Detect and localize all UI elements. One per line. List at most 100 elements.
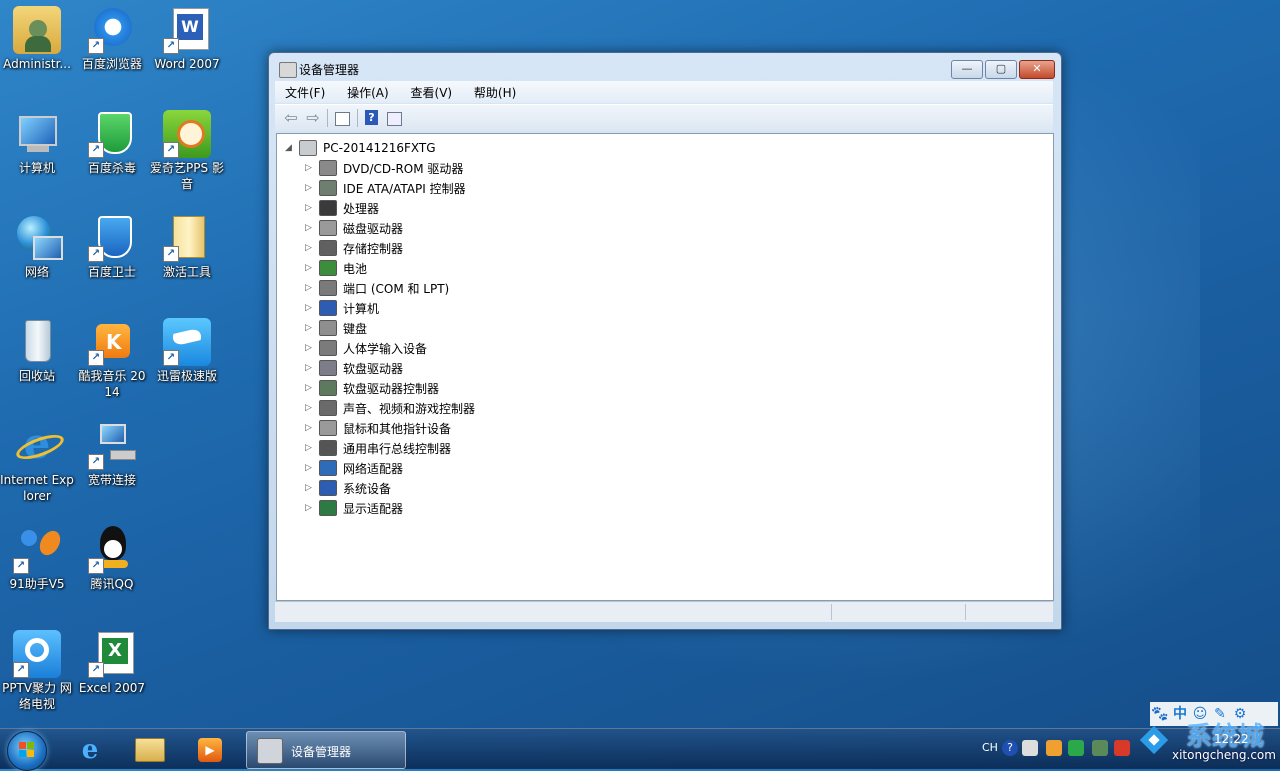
- tree-item[interactable]: ▷ 键盘: [305, 318, 367, 338]
- expand-triangle-icon[interactable]: ▷: [305, 483, 315, 493]
- tree-item[interactable]: ▷ 软盘驱动器控制器: [305, 378, 439, 398]
- back-arrow-icon[interactable]: ⇦: [283, 110, 299, 126]
- language-indicator[interactable]: CH: [982, 741, 998, 754]
- device-manager-window[interactable]: 设备管理器 — ▢ ✕ 文件(F) 操作(A) 查看(V) 帮助(H) ⇦ ⇨ …: [268, 52, 1062, 630]
- expand-triangle-icon[interactable]: ▷: [305, 303, 315, 313]
- window-title: 设备管理器: [299, 63, 360, 77]
- properties-icon[interactable]: [387, 112, 402, 126]
- expand-triangle-icon[interactable]: ▷: [305, 283, 315, 293]
- desktop-icon-activation-tool[interactable]: ↗ 激活工具: [150, 214, 224, 280]
- title-bar[interactable]: 设备管理器 — ▢ ✕: [269, 53, 1061, 83]
- network-status-icon[interactable]: [1092, 740, 1108, 756]
- expand-triangle-icon[interactable]: ▷: [305, 423, 315, 433]
- tree-item[interactable]: ▷ 声音、视频和游戏控制器: [305, 398, 475, 418]
- show-hide-console-tree-icon[interactable]: [335, 112, 350, 126]
- clock[interactable]: 12:22: [1214, 732, 1249, 746]
- status-bar: [275, 601, 1053, 622]
- expand-triangle-icon[interactable]: ▷: [305, 443, 315, 453]
- shortcut-arrow-icon: ↗: [163, 246, 179, 262]
- minimize-button[interactable]: —: [951, 60, 983, 79]
- expand-triangle-icon[interactable]: ▷: [305, 383, 315, 393]
- tree-item[interactable]: ▷ 软盘驱动器: [305, 358, 403, 378]
- tree-item[interactable]: ▷ 磁盘驱动器: [305, 218, 403, 238]
- expand-triangle-icon[interactable]: ▷: [305, 403, 315, 413]
- toolbar-separator: [357, 109, 358, 127]
- device-manager-icon: [257, 738, 283, 764]
- expand-triangle-icon[interactable]: ▷: [305, 323, 315, 333]
- shield-icon[interactable]: [1068, 740, 1084, 756]
- taskbar-pin-media-player[interactable]: ▶: [182, 732, 238, 767]
- desktop-icon-91-assistant[interactable]: ↗ 91助手V5: [0, 526, 74, 592]
- tree-item[interactable]: ▷ 端口 (COM 和 LPT): [305, 278, 449, 298]
- menu-help[interactable]: 帮助(H): [464, 81, 524, 101]
- close-button[interactable]: ✕: [1019, 60, 1055, 79]
- expand-triangle-icon[interactable]: ▷: [305, 503, 315, 513]
- tree-item[interactable]: ▷ 鼠标和其他指针设备: [305, 418, 451, 438]
- network-adapter-icon: [319, 460, 337, 476]
- tree-root[interactable]: ◢ PC-20141216FXTG: [285, 138, 436, 158]
- expand-triangle-icon[interactable]: ▷: [305, 203, 315, 213]
- tree-item[interactable]: ▷ 显示适配器: [305, 498, 403, 518]
- desktop-icon-network[interactable]: 网络: [0, 214, 74, 280]
- desktop-icon-pptv[interactable]: ↗ PPTV聚力 网络电视: [0, 630, 74, 712]
- desktop-icon-internet-explorer[interactable]: e Internet Explorer: [0, 422, 74, 504]
- desktop-icon-thunder[interactable]: ↗ 迅雷极速版: [150, 318, 224, 384]
- tree-item[interactable]: ▷ DVD/CD-ROM 驱动器: [305, 158, 463, 178]
- maximize-button[interactable]: ▢: [985, 60, 1017, 79]
- desktop-icon-baidu-antivirus[interactable]: ↗ 百度杀毒: [75, 110, 149, 176]
- help-icon[interactable]: ?: [365, 110, 378, 125]
- tree-item-label: 人体学输入设备: [343, 341, 428, 356]
- tree-item-label: 网络适配器: [343, 461, 404, 476]
- desktop-icon-baidu-browser[interactable]: ↗ 百度浏览器: [75, 6, 149, 72]
- tree-item[interactable]: ▷ 系统设备: [305, 478, 391, 498]
- tree-item[interactable]: ▷ 存储控制器: [305, 238, 403, 258]
- collapse-triangle-icon[interactable]: ◢: [285, 143, 295, 153]
- expand-triangle-icon[interactable]: ▷: [305, 243, 315, 253]
- desktop-icon-broadband[interactable]: ↗ 宽带连接: [75, 422, 149, 488]
- desktop-icon-qq[interactable]: ↗ 腾讯QQ: [75, 526, 149, 592]
- status-separator: [831, 604, 832, 620]
- tray-app-icon[interactable]: [1046, 740, 1062, 756]
- tree-item[interactable]: ▷ 处理器: [305, 198, 379, 218]
- tree-item[interactable]: ▷ 计算机: [305, 298, 379, 318]
- device-tree[interactable]: ◢ PC-20141216FXTG ▷ DVD/CD-ROM 驱动器 ▷ IDE AT…: [276, 133, 1054, 601]
- menu-file[interactable]: 文件(F): [275, 81, 333, 101]
- desktop-icon-baidu-guard[interactable]: ↗ 百度卫士: [75, 214, 149, 280]
- desktop-icon-administrator[interactable]: Administr...: [0, 6, 74, 72]
- expand-triangle-icon[interactable]: ▷: [305, 363, 315, 373]
- expand-triangle-icon[interactable]: ▷: [305, 343, 315, 353]
- desktop-icon-kuwo-music[interactable]: K ↗ 酷我音乐 2014: [75, 318, 149, 400]
- expand-triangle-icon[interactable]: ▷: [305, 183, 315, 193]
- expand-triangle-icon[interactable]: ▷: [305, 463, 315, 473]
- tree-item[interactable]: ▷ IDE ATA/ATAPI 控制器: [305, 178, 466, 198]
- desktop-icon-label: 回收站: [18, 369, 55, 383]
- thunder-bird-icon: ↗: [163, 318, 211, 366]
- paw-icon: 🐾: [1151, 706, 1169, 722]
- tree-item[interactable]: ▷ 网络适配器: [305, 458, 403, 478]
- expand-triangle-icon[interactable]: ▷: [305, 163, 315, 173]
- expand-triangle-icon[interactable]: ▷: [305, 263, 315, 273]
- tree-item[interactable]: ▷ 通用串行总线控制器: [305, 438, 451, 458]
- tree-item[interactable]: ▷ 人体学输入设备: [305, 338, 427, 358]
- security-icon[interactable]: [1114, 740, 1130, 756]
- desktop-icon-excel[interactable]: X ↗ Excel 2007: [75, 630, 149, 696]
- forward-arrow-icon[interactable]: ⇨: [305, 110, 321, 126]
- input-method-icon[interactable]: [1022, 740, 1038, 756]
- start-button[interactable]: [7, 731, 47, 771]
- kuwo-music-icon: K ↗: [88, 318, 136, 366]
- help-icon[interactable]: ?: [1002, 740, 1018, 756]
- menu-view[interactable]: 查看(V): [401, 81, 461, 101]
- desktop-icon-word[interactable]: W ↗ Word 2007: [150, 6, 224, 72]
- desktop-icon-computer[interactable]: 计算机: [0, 110, 74, 176]
- desktop-icon-iqiyi-pps[interactable]: ↗ 爱奇艺PPS 影音: [150, 110, 224, 192]
- desktop-icon-label: 酷我音乐 2014: [78, 369, 146, 399]
- desktop-icon-recycle-bin[interactable]: 回收站: [0, 318, 74, 384]
- tree-item[interactable]: ▷ 电池: [305, 258, 367, 278]
- menu-action[interactable]: 操作(A): [337, 81, 397, 101]
- taskbar-pin-ie[interactable]: e: [62, 732, 118, 767]
- taskbar-pin-explorer[interactable]: [122, 732, 178, 767]
- tree-item-label: 显示适配器: [343, 501, 404, 516]
- expand-triangle-icon[interactable]: ▷: [305, 223, 315, 233]
- shortcut-arrow-icon: ↗: [163, 38, 179, 54]
- taskbar-task-device-manager[interactable]: 设备管理器: [246, 731, 406, 769]
